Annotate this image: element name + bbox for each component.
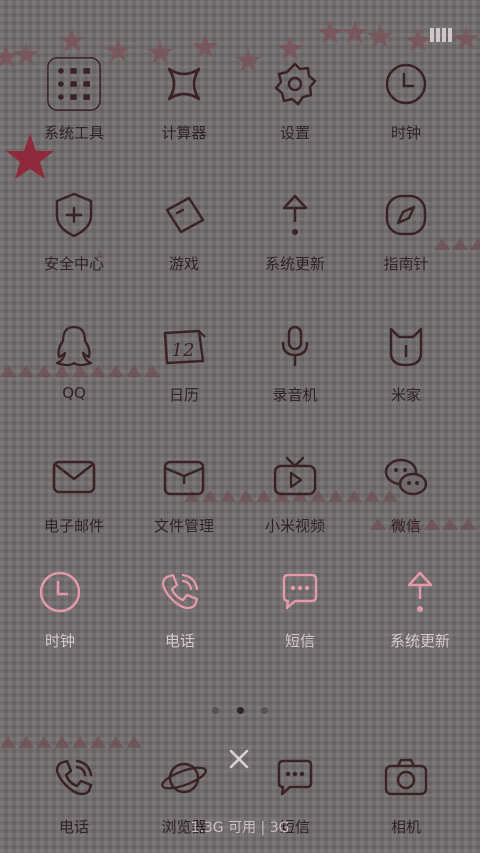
app-label: 时钟 <box>44 632 75 650</box>
app-label: 时钟 <box>390 124 421 142</box>
app-settings[interactable]: 设置 <box>240 56 350 143</box>
calendar-day: 12 <box>172 340 195 361</box>
chat-bubble-icon <box>272 564 328 620</box>
shield-icon <box>46 187 102 243</box>
app-label: 录音机 <box>272 386 318 404</box>
app-wechat[interactable]: 微信 <box>351 449 461 536</box>
clock-icon <box>32 564 88 620</box>
app-qq[interactable]: QQ <box>19 318 129 402</box>
clock-icon <box>378 56 434 112</box>
app-system-update-pink[interactable]: 系统更新 <box>365 564 475 651</box>
app-label: 游戏 <box>168 255 199 273</box>
app-label: 日历 <box>168 386 199 404</box>
tv-icon <box>267 449 323 505</box>
planet-icon <box>156 750 212 806</box>
calendar-icon: 12 <box>156 318 212 374</box>
calculator-icon <box>156 56 212 112</box>
briefcase-icon <box>156 449 212 505</box>
app-label: 小米视频 <box>264 517 325 535</box>
app-label: 系统更新 <box>264 255 325 273</box>
update-arrow-icon <box>392 564 448 620</box>
app-label: QQ <box>62 384 86 402</box>
page-dot[interactable] <box>260 707 268 714</box>
app-label: 微信 <box>390 517 421 535</box>
app-label: 设置 <box>279 124 310 142</box>
app-mi-video[interactable]: 小米视频 <box>240 449 350 536</box>
app-label: 电话 <box>164 632 195 650</box>
wechat-icon <box>378 449 434 505</box>
page-dot-active[interactable] <box>236 707 244 714</box>
app-grid: 系统工具 计算器 设置 时钟 安全中心 游戏 系统更新 指南针 QQ 12 日历… <box>0 0 480 853</box>
app-email[interactable]: 电子邮件 <box>19 449 129 536</box>
envelope-icon <box>46 449 102 505</box>
app-label: 电子邮件 <box>43 517 104 535</box>
app-security[interactable]: 安全中心 <box>19 187 129 274</box>
memory-status: 1.3G 可用 | 3G <box>190 820 290 836</box>
app-system-tools[interactable]: 系统工具 <box>19 56 129 143</box>
microphone-icon <box>267 318 323 374</box>
app-compass[interactable]: 指南针 <box>351 187 461 274</box>
phone-icon <box>46 750 102 806</box>
app-file-manager[interactable]: 文件管理 <box>129 449 239 536</box>
page-indicator[interactable] <box>0 699 480 718</box>
chat-bubble-icon <box>267 750 323 806</box>
app-label: 安全中心 <box>43 255 104 273</box>
app-label: 文件管理 <box>153 517 214 535</box>
app-calculator[interactable]: 计算器 <box>129 56 239 143</box>
app-mijia[interactable]: 米家 <box>351 318 461 405</box>
compass-icon <box>378 187 434 243</box>
camera-icon <box>378 750 434 806</box>
app-label: 米家 <box>390 386 421 404</box>
game-tag-icon <box>156 187 212 243</box>
app-label: 计算器 <box>161 124 207 142</box>
app-system-update[interactable]: 系统更新 <box>240 187 350 274</box>
app-calendar[interactable]: 12 日历 <box>129 318 239 405</box>
app-games[interactable]: 游戏 <box>129 187 239 274</box>
phone-icon <box>152 564 208 620</box>
app-label: 系统工具 <box>43 124 104 142</box>
page-dot[interactable] <box>212 707 220 714</box>
mijia-icon <box>378 318 434 374</box>
update-arrow-icon <box>267 187 323 243</box>
folder-icon <box>46 56 102 112</box>
app-clock[interactable]: 时钟 <box>351 56 461 143</box>
app-label: 指南针 <box>383 255 429 273</box>
penguin-icon <box>46 318 102 374</box>
app-sms-pink[interactable]: 短信 <box>245 564 355 651</box>
app-phone-pink[interactable]: 电话 <box>125 564 235 651</box>
close-icon[interactable] <box>224 744 254 774</box>
app-clock-pink[interactable]: 时钟 <box>5 564 115 651</box>
gear-icon <box>267 56 323 112</box>
app-label: 系统更新 <box>389 632 450 650</box>
app-recorder[interactable]: 录音机 <box>240 318 350 405</box>
app-label: 短信 <box>284 632 315 650</box>
